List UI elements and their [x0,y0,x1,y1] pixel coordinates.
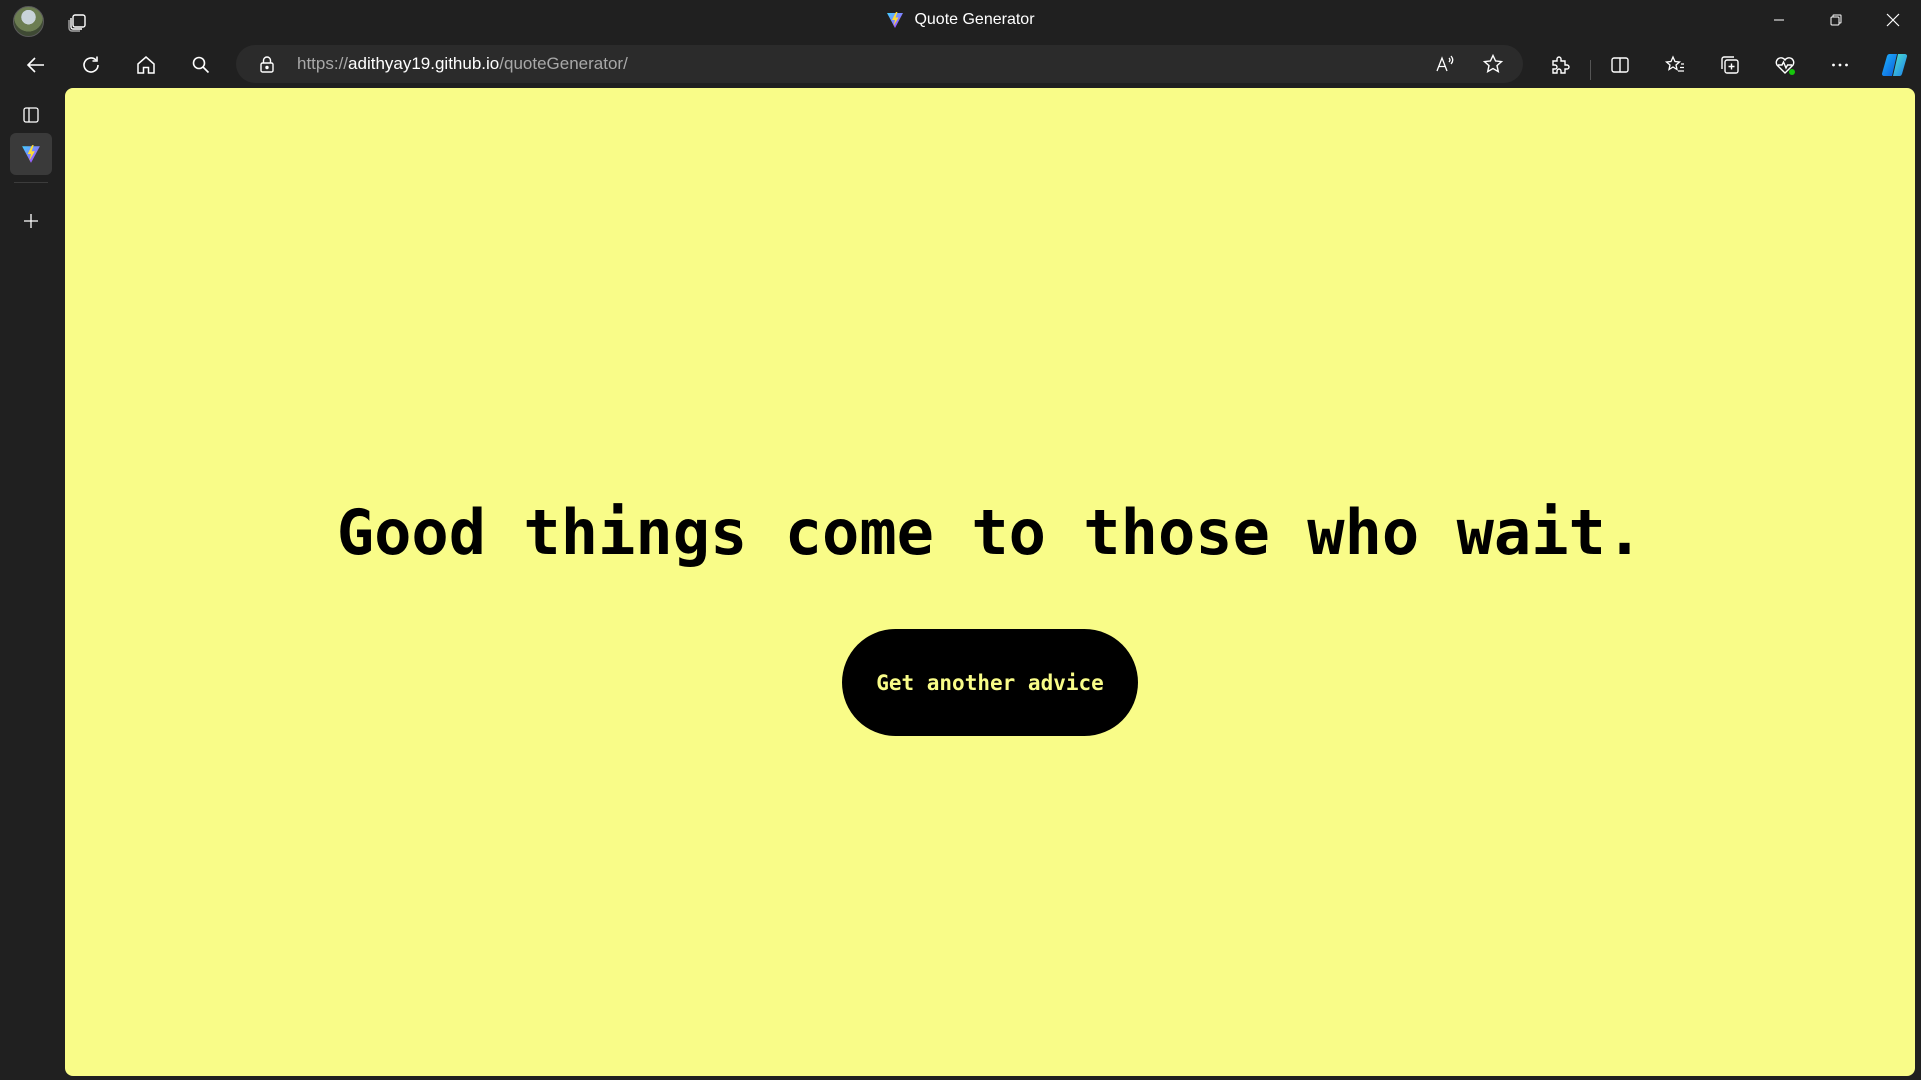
tab-quote-generator[interactable] [10,133,52,175]
home-icon[interactable] [131,50,161,80]
favorite-star-icon[interactable] [1481,52,1505,76]
close-icon[interactable] [1864,0,1921,40]
vertical-tabs-sidebar [0,88,64,1080]
collections-icon[interactable] [1715,50,1745,80]
back-arrow-icon[interactable] [21,50,51,80]
profile-avatar[interactable] [13,6,44,37]
split-screen-icon[interactable] [1605,50,1635,80]
title-bar: Quote Generator [0,0,1921,40]
window-controls [1750,0,1921,40]
vite-logo-icon [886,11,904,29]
restore-icon[interactable] [1807,0,1864,40]
address-bar[interactable]: https://adithyay19.github.io/quoteGenera… [236,45,1523,83]
lock-icon[interactable] [258,55,276,73]
get-another-advice-button[interactable]: Get another advice [842,629,1138,736]
vite-logo-icon [22,145,40,163]
page-viewport: Good things come to those who wait. Get … [65,88,1915,1076]
url-host: adithyay19.github.io [348,54,500,73]
url-path: /quoteGenerator/ [499,54,628,73]
advice-quote: Good things come to those who wait. [336,496,1644,569]
url-text[interactable]: https://adithyay19.github.io/quoteGenera… [297,54,628,74]
window-title-text: Quote Generator [914,11,1035,28]
refresh-icon[interactable] [76,50,106,80]
more-menu-icon[interactable] [1825,50,1855,80]
sidebar-divider [14,182,48,183]
search-icon[interactable] [186,50,216,80]
tab-actions-icon[interactable] [64,8,90,34]
url-scheme: https:// [297,54,349,73]
toolbar-divider [1590,60,1591,80]
window-title: Quote Generator [0,0,1921,40]
copilot-icon[interactable] [1878,48,1912,82]
minimize-icon[interactable] [1750,0,1807,40]
extensions-icon[interactable] [1545,50,1575,80]
new-tab-plus-icon[interactable] [14,204,48,238]
favorites-icon[interactable] [1660,50,1690,80]
read-aloud-icon[interactable] [1433,52,1457,76]
sidebar-toggle-icon[interactable] [14,98,48,132]
browser-toolbar: https://adithyay19.github.io/quoteGenera… [0,40,1921,88]
browser-essentials-icon[interactable] [1770,50,1800,80]
